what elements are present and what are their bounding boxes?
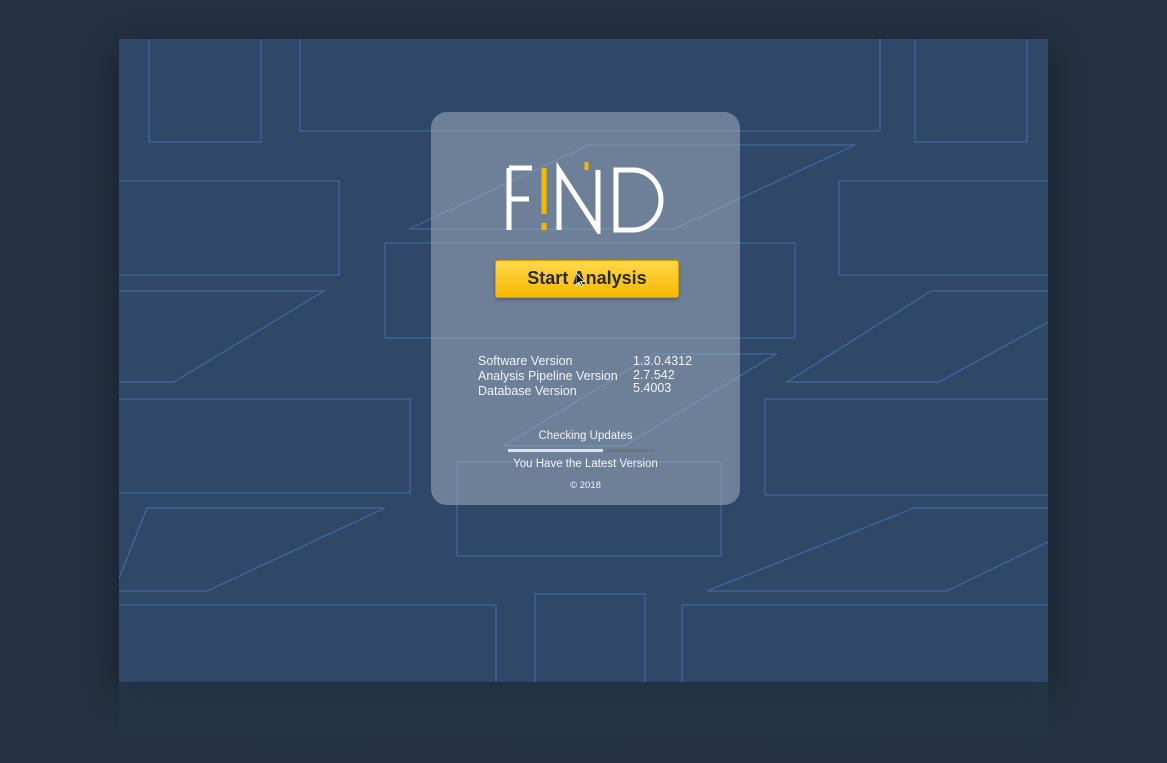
start-analysis-button[interactable]: Start Analysis xyxy=(495,260,679,298)
update-result-text: You Have the Latest Version xyxy=(513,458,658,470)
version-row-pipeline: Analysis Pipeline Version 2.7.542 xyxy=(478,368,718,384)
splash-panel: Start Analysis Software Version 1.3.0.43… xyxy=(431,112,740,505)
version-label: Database Version xyxy=(478,384,577,398)
version-info: Software Version 1.3.0.4312 Analysis Pip… xyxy=(478,354,718,399)
desktop-background: Start Analysis Software Version 1.3.0.43… xyxy=(0,0,1167,763)
mouse-cursor-icon xyxy=(576,273,586,287)
version-label: Software Version xyxy=(478,354,573,368)
copyright-text: © 2018 xyxy=(570,480,601,491)
version-row-database: Database Version 5.4003 xyxy=(478,381,718,399)
update-status-text: Checking Updates xyxy=(538,430,633,442)
version-row-software: Software Version 1.3.0.4312 xyxy=(478,354,718,369)
find-logo xyxy=(431,162,740,234)
window-reflection xyxy=(119,682,1048,752)
version-value: 1.3.0.4312 xyxy=(633,354,693,368)
update-progress-bar xyxy=(508,449,654,452)
update-progress-fill xyxy=(508,449,603,452)
version-label: Analysis Pipeline Version xyxy=(478,369,618,383)
find-logo-mark xyxy=(506,162,663,234)
app-window: Start Analysis Software Version 1.3.0.43… xyxy=(119,39,1048,682)
version-value: 5.4003 xyxy=(633,381,672,395)
